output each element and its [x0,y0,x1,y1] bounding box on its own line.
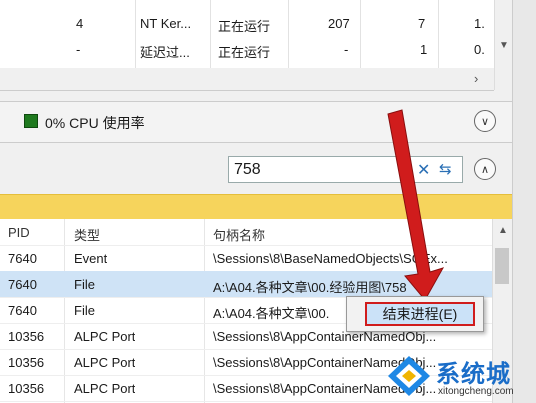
watermark: 系统城 xitongcheng.com [384,352,532,402]
watermark-url: xitongcheng.com [438,386,514,397]
arrow-shape [387,109,445,301]
watermark-text: 系统城 [436,361,511,388]
context-menu: 结束进程(E) [346,296,484,332]
red-arrow-annotation [387,109,445,301]
end-process-menu-item[interactable]: 结束进程(E) [365,302,475,326]
watermark-logo-icon [388,356,430,396]
